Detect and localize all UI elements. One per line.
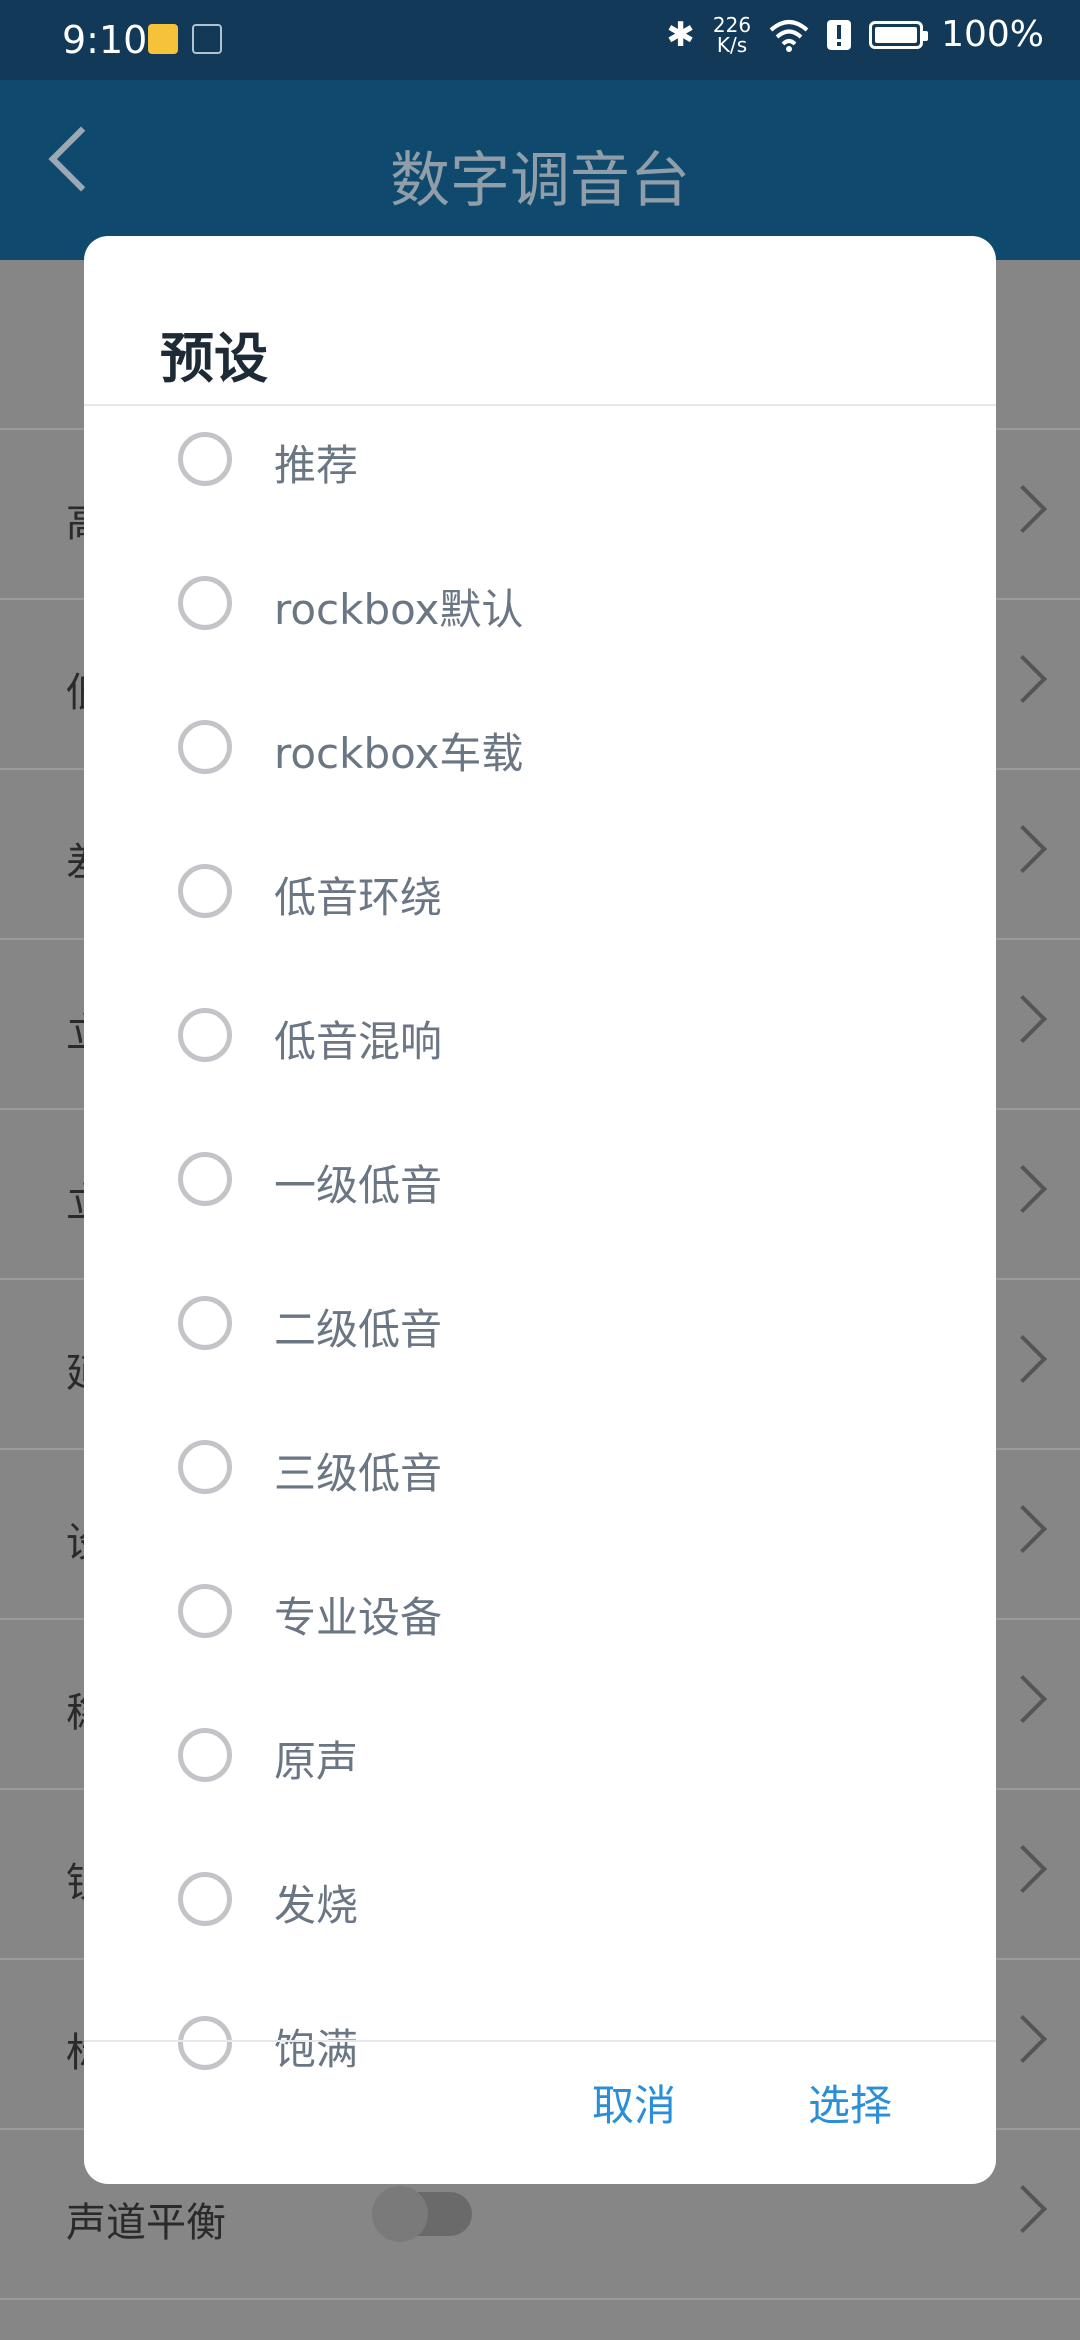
- preset-option-label: 三级低音: [274, 1449, 443, 1498]
- alert-icon: [827, 19, 852, 50]
- chevron-right-icon: [998, 1164, 1048, 1214]
- channel-balance-toggle[interactable]: [372, 2186, 472, 2242]
- preset-options-list[interactable]: 推荐 rockbox默认 rockbox车载 低音环绕 低音混响 一级低音 二级…: [84, 406, 996, 2184]
- radio-button[interactable]: [178, 1440, 232, 1494]
- preset-dialog: 预设 推荐 rockbox默认 rockbox车载 低音环绕 低音混响 一级低音: [84, 236, 996, 2184]
- radio-button[interactable]: [178, 1584, 232, 1638]
- preset-option-label: 发烧: [274, 1881, 359, 1930]
- preset-option[interactable]: 三级低音: [84, 1410, 996, 1554]
- preset-option-label: 专业设备: [274, 1593, 443, 1642]
- radio-button[interactable]: [178, 1872, 232, 1926]
- preset-option[interactable]: 发烧: [84, 1842, 996, 1986]
- bluetooth-icon: ✱: [666, 14, 695, 55]
- status-time: 9:10: [62, 18, 148, 62]
- preset-option-label: 饱满: [274, 2025, 359, 2074]
- chevron-right-icon: [998, 1504, 1048, 1554]
- battery-percent: 100%: [941, 14, 1044, 55]
- radio-button[interactable]: [178, 1728, 232, 1782]
- preset-option-label: 低音混响: [274, 1017, 443, 1066]
- status-icons: ✱ 226 K/s 100%: [666, 14, 1044, 55]
- radio-button[interactable]: [178, 1296, 232, 1350]
- dialog-title: 预设: [160, 327, 268, 390]
- radio-button[interactable]: [178, 432, 232, 486]
- chevron-right-icon: [998, 994, 1048, 1044]
- preset-option-label: rockbox默认: [274, 585, 524, 634]
- preset-option-label: 推荐: [274, 441, 359, 490]
- radio-button[interactable]: [178, 864, 232, 918]
- preset-option-label: 低音环绕: [274, 873, 443, 922]
- preset-option[interactable]: 低音环绕: [84, 834, 996, 978]
- preset-option[interactable]: 一级低音: [84, 1122, 996, 1266]
- preset-option-label: 一级低音: [274, 1161, 443, 1210]
- status-bar: 9:10 ✱ 226 K/s 100%: [0, 0, 1080, 80]
- chevron-right-icon: [998, 654, 1048, 704]
- chevron-right-icon: [998, 2184, 1048, 2234]
- harmonyos-icon: [192, 24, 222, 54]
- divider: [84, 2040, 996, 2042]
- preset-option[interactable]: 二级低音: [84, 1266, 996, 1410]
- page-title: 数字调音台: [390, 146, 690, 216]
- radio-button[interactable]: [178, 1152, 232, 1206]
- chevron-right-icon: [998, 484, 1048, 534]
- select-button[interactable]: 选择: [808, 2072, 892, 2133]
- battery-icon: [869, 20, 929, 49]
- radio-button[interactable]: [178, 1008, 232, 1062]
- preset-option[interactable]: rockbox车载: [84, 690, 996, 834]
- preset-option-label: 二级低音: [274, 1305, 443, 1354]
- list-item-label: 声道平衡: [66, 2200, 226, 2246]
- chevron-right-icon: [998, 1674, 1048, 1724]
- radio-button[interactable]: [178, 576, 232, 630]
- radio-button[interactable]: [178, 2016, 232, 2070]
- chevron-right-icon: [998, 1334, 1048, 1384]
- preset-option-label: rockbox车载: [274, 729, 524, 778]
- app-bar: 数字调音台: [0, 80, 1080, 260]
- chevron-right-icon: [998, 2014, 1048, 2064]
- chevron-right-icon: [998, 1844, 1048, 1894]
- preset-option[interactable]: 原声: [84, 1698, 996, 1842]
- wifi-icon: [769, 19, 809, 52]
- preset-option[interactable]: 推荐: [84, 406, 996, 546]
- preset-option[interactable]: 专业设备: [84, 1554, 996, 1698]
- chevron-right-icon: [998, 824, 1048, 874]
- cancel-button[interactable]: 取消: [592, 2072, 676, 2133]
- network-speed-unit: K/s: [716, 32, 748, 57]
- radio-button[interactable]: [178, 720, 232, 774]
- network-speed: 226 K/s: [713, 15, 751, 55]
- preset-option-label: 原声: [274, 1737, 359, 1786]
- notification-app-icon: [148, 24, 178, 54]
- preset-option[interactable]: rockbox默认: [84, 546, 996, 690]
- toggle-knob: [372, 2186, 428, 2242]
- preset-option[interactable]: 低音混响: [84, 978, 996, 1122]
